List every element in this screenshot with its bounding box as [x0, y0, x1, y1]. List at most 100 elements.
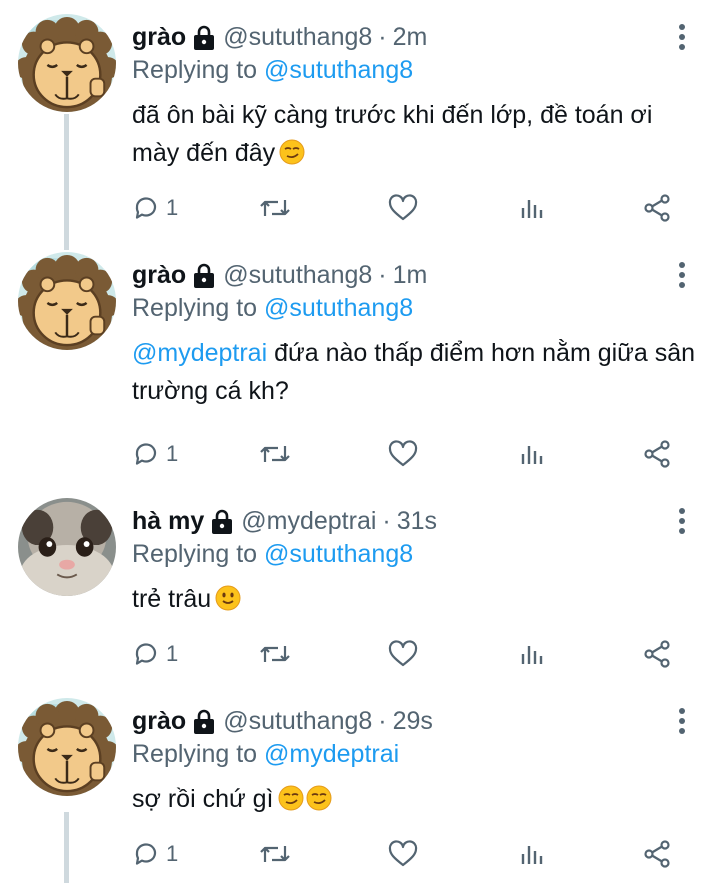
- reply-icon: [135, 197, 157, 219]
- like-button[interactable]: [388, 188, 418, 228]
- like-button[interactable]: [388, 634, 418, 674]
- timestamp[interactable]: 1m: [393, 261, 428, 290]
- analytics-icon: [521, 846, 543, 864]
- smirk-emoji: [278, 785, 304, 811]
- slight-smile-emoji: [215, 585, 241, 611]
- reply-button[interactable]: 1: [132, 188, 178, 228]
- retweet-button[interactable]: [258, 188, 292, 228]
- tweet-text: trẻ trâu: [132, 580, 702, 618]
- share-button[interactable]: [642, 434, 672, 474]
- replying-to: Replying to @sututhang8: [132, 540, 413, 569]
- timestamp[interactable]: 2m: [393, 23, 428, 52]
- lock-icon: [194, 709, 215, 734]
- lock-icon: [194, 263, 215, 288]
- lion-avatar[interactable]: [18, 252, 116, 350]
- reply-mention[interactable]: @sututhang8: [264, 540, 413, 568]
- share-icon: [644, 640, 670, 668]
- analytics-button[interactable]: [518, 434, 546, 474]
- lock-icon: [194, 25, 215, 50]
- share-icon: [644, 440, 670, 468]
- tweet[interactable]: grào @sututhang8 · 1m Replying to @sutut…: [0, 238, 720, 488]
- reply-mention[interactable]: @sututhang8: [264, 56, 413, 84]
- tweet[interactable]: grào @sututhang8 · 2m Replying to @sutut…: [0, 0, 720, 240]
- like-icon: [388, 440, 418, 467]
- handle[interactable]: @sututhang8: [223, 707, 372, 736]
- separator-dot: ·: [382, 506, 391, 535]
- tweet-text-content: trẻ trâu: [132, 585, 212, 613]
- share-icon: [644, 194, 670, 222]
- retweet-icon: [260, 446, 290, 462]
- replying-to: Replying to @mydeptrai: [132, 740, 399, 769]
- analytics-button[interactable]: [518, 834, 546, 874]
- reply-count: 1: [166, 641, 179, 666]
- reply-button[interactable]: 1: [132, 634, 178, 674]
- display-name[interactable]: hà my: [132, 507, 204, 536]
- reply-count: 1: [166, 195, 179, 220]
- lion-avatar[interactable]: [18, 14, 116, 112]
- retweet-button[interactable]: [258, 634, 292, 674]
- smirk-emoji: [306, 785, 332, 811]
- share-icon: [644, 840, 670, 868]
- retweet-icon: [260, 200, 290, 216]
- tweet-text: @mydeptrai đứa nào thấp điểm hơn nằm giữ…: [132, 334, 702, 410]
- handle[interactable]: @sututhang8: [223, 23, 372, 52]
- reply-icon: [135, 443, 157, 465]
- tweet[interactable]: grào @sututhang8 · 29s Replying to @myde…: [0, 684, 720, 883]
- retweet-icon: [260, 646, 290, 662]
- more-icon[interactable]: [672, 258, 692, 292]
- retweet-icon: [260, 846, 290, 862]
- handle[interactable]: @sututhang8: [223, 261, 372, 290]
- replying-to: Replying to @sututhang8: [132, 294, 413, 323]
- display-name[interactable]: grào: [132, 23, 186, 52]
- body-mention[interactable]: @mydeptrai: [132, 339, 267, 367]
- analytics-button[interactable]: [518, 634, 546, 674]
- like-icon: [388, 840, 418, 867]
- replying-prefix: Replying to: [132, 56, 258, 84]
- analytics-icon: [521, 200, 543, 218]
- separator-dot: ·: [378, 260, 387, 289]
- more-icon[interactable]: [672, 704, 692, 738]
- reply-icon: [135, 643, 157, 665]
- like-button[interactable]: [388, 834, 418, 874]
- replying-to: Replying to @sututhang8: [132, 56, 413, 85]
- tweet-text-content: đã ôn bài kỹ càng trước khi đến lớp, đề …: [132, 101, 653, 167]
- like-button[interactable]: [388, 434, 418, 474]
- replying-prefix: Replying to: [132, 540, 258, 568]
- handle[interactable]: @mydeptrai: [241, 507, 376, 536]
- retweet-button[interactable]: [258, 434, 292, 474]
- tweet[interactable]: hà my @mydeptrai · 31s Replying to @sutu…: [0, 484, 720, 694]
- reply-icon: [135, 843, 157, 865]
- more-icon[interactable]: [672, 20, 692, 54]
- display-name[interactable]: grào: [132, 261, 186, 290]
- reply-button[interactable]: 1: [132, 834, 178, 874]
- share-button[interactable]: [642, 634, 672, 674]
- reply-count: 1: [166, 841, 179, 866]
- reply-mention[interactable]: @sututhang8: [264, 294, 413, 322]
- replying-prefix: Replying to: [132, 294, 258, 322]
- analytics-button[interactable]: [518, 188, 546, 228]
- analytics-icon: [521, 646, 543, 664]
- reply-mention[interactable]: @mydeptrai: [264, 740, 399, 768]
- timestamp[interactable]: 31s: [397, 507, 437, 536]
- tweet-text: sợ rồi chứ gì: [132, 780, 702, 818]
- analytics-icon: [521, 446, 543, 464]
- like-icon: [388, 194, 418, 221]
- share-button[interactable]: [642, 188, 672, 228]
- action-bar: 1: [132, 434, 692, 474]
- separator-dot: ·: [378, 22, 387, 51]
- tweet-text: đã ôn bài kỹ càng trước khi đến lớp, đề …: [132, 96, 702, 172]
- cat-avatar[interactable]: [18, 498, 116, 596]
- separator-dot: ·: [378, 706, 387, 735]
- action-bar: 1: [132, 634, 692, 674]
- display-name[interactable]: grào: [132, 707, 186, 736]
- action-bar: 1: [132, 834, 692, 874]
- like-icon: [388, 640, 418, 667]
- timestamp[interactable]: 29s: [393, 707, 433, 736]
- lion-avatar[interactable]: [18, 698, 116, 796]
- more-icon[interactable]: [672, 504, 692, 538]
- action-bar: 1: [132, 188, 692, 228]
- share-button[interactable]: [642, 834, 672, 874]
- reply-button[interactable]: 1: [132, 434, 178, 474]
- retweet-button[interactable]: [258, 834, 292, 874]
- smirk-emoji: [279, 139, 305, 165]
